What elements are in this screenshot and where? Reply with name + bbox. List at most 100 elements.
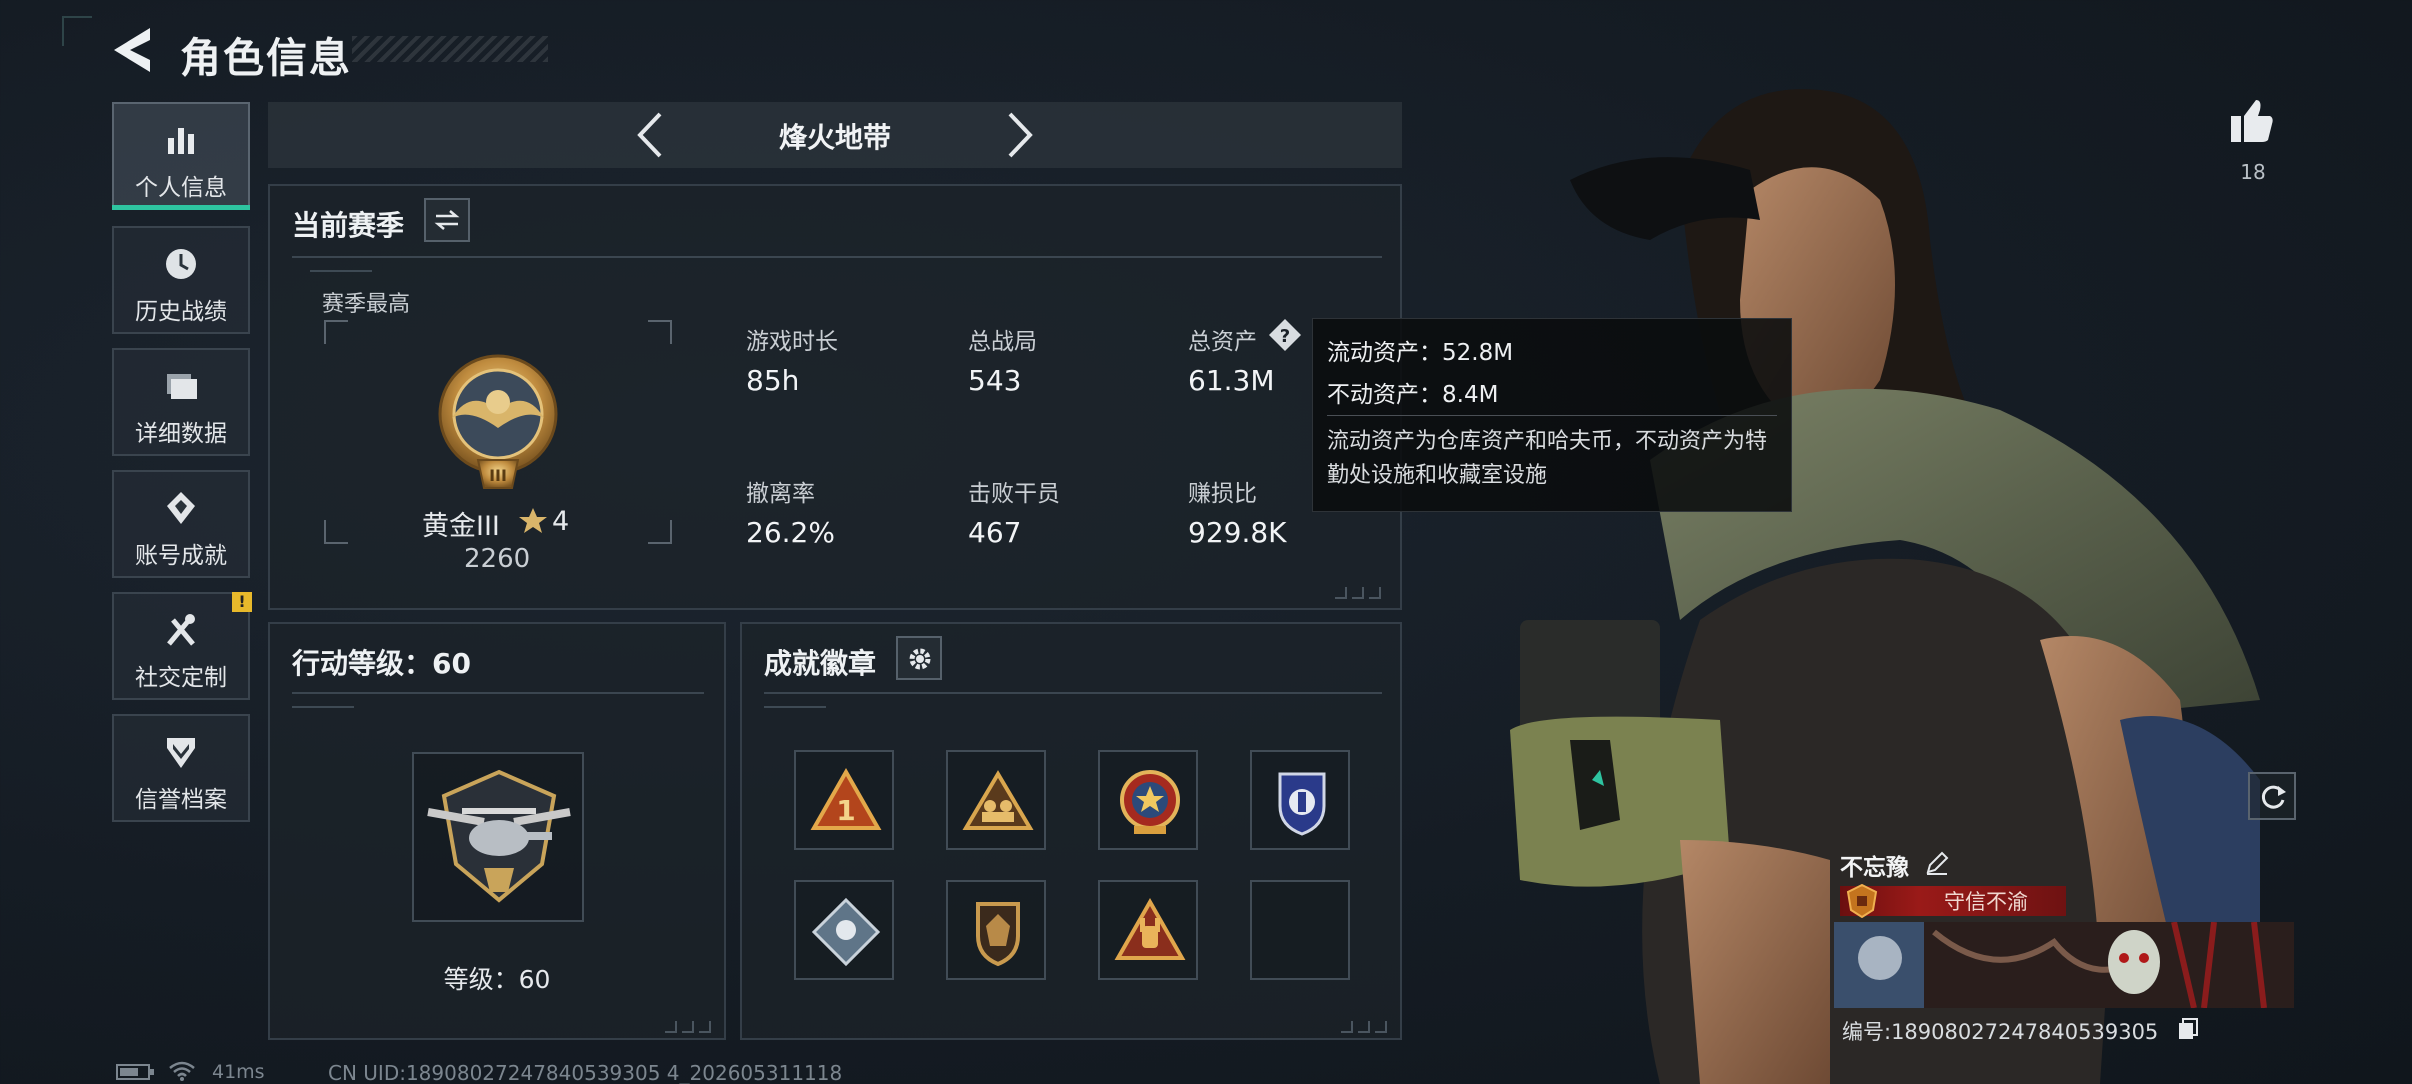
sidebar-item-detailed-data[interactable]: 详细数据	[112, 348, 250, 456]
badge-rank-one[interactable]: 1	[794, 750, 894, 850]
triangle-team-badge-icon	[962, 770, 1034, 830]
sidebar-item-label: 历史战绩	[135, 299, 227, 325]
svg-text:III: III	[489, 466, 507, 485]
title-decoration	[352, 36, 548, 62]
rank-stars: 4	[552, 506, 570, 537]
player-serial-number: 编号:18908027247840539305	[1842, 1020, 2159, 1044]
stat-label: 游戏时长	[746, 329, 838, 355]
clock-icon	[166, 249, 196, 279]
shield-face-badge-icon	[976, 902, 1020, 967]
stat-value: 543	[968, 364, 1022, 397]
thumbs-up-icon[interactable]	[2228, 96, 2276, 146]
like-count: 18	[2240, 160, 2266, 184]
police-shield-badge-icon	[1278, 772, 1326, 836]
asset-note: 流动资产为仓库资产和哈夫币，不动资产为特勤处设施和收藏室设施	[1327, 429, 1768, 488]
achievement-badges-panel: 成就徽章 1	[740, 622, 1402, 1040]
divider	[292, 256, 1382, 258]
profile-card-strip[interactable]	[1834, 922, 2294, 1008]
battery-icon	[116, 1064, 154, 1080]
triangle-hand-badge-icon	[1114, 897, 1186, 960]
switch-season-button[interactable]	[424, 198, 470, 242]
back-arrow-icon[interactable]	[110, 26, 154, 74]
badge-hand-sign[interactable]	[1098, 880, 1198, 980]
svg-text:1: 1	[836, 794, 855, 827]
badge-star-emblem[interactable]	[1098, 750, 1198, 850]
bar-chart-icon	[168, 128, 194, 154]
diamond-badge-icon	[811, 897, 881, 967]
action-level-title: 行动等级：60	[292, 647, 471, 680]
wifi-icon	[169, 1061, 195, 1081]
title-emblem-icon	[1846, 884, 1878, 918]
badge-settings-button[interactable]	[896, 636, 942, 680]
chevron-right-icon[interactable]	[1000, 110, 1040, 160]
shield-chevron-icon	[167, 738, 195, 768]
badge-empty-slot[interactable]	[1250, 880, 1350, 980]
divider	[1327, 415, 1777, 416]
triangle-one-badge-icon: 1	[810, 767, 882, 830]
tools-icon	[167, 614, 195, 646]
divider	[764, 706, 826, 712]
sidebar-item-social-custom[interactable]: 社交定制 !	[112, 592, 252, 700]
stat-value: 85h	[746, 364, 800, 397]
action-level-panel: 行动等级：60 等级：60	[268, 622, 726, 1040]
edit-pencil-icon[interactable]	[1924, 850, 1950, 876]
sidebar-item-history[interactable]: 历史战绩	[112, 226, 250, 334]
badge-police[interactable]	[1250, 750, 1350, 850]
corner-decoration	[660, 1018, 716, 1033]
stat-label: 赚损比	[1188, 481, 1257, 507]
season-title: 当前赛季	[292, 209, 405, 242]
stat-label: 总战局	[968, 329, 1037, 355]
stat-label: 击败干员	[968, 481, 1060, 507]
corner-decoration	[1330, 584, 1386, 599]
stat-label: 总资产	[1188, 329, 1257, 355]
gear-icon	[909, 648, 931, 670]
gold-rank-emblem-icon: III	[438, 354, 558, 489]
refresh-button[interactable]	[2248, 772, 2296, 820]
medal-icon	[167, 492, 195, 524]
sidebar-item-personal-info[interactable]: 个人信息	[112, 102, 250, 210]
player-title: 守信不渝	[1944, 890, 2028, 914]
sidebar-item-label: 详细数据	[135, 421, 227, 447]
stat-value: 61.3M	[1188, 364, 1275, 397]
asset-tooltip: 流动资产：52.8M 不动资产：8.4M 流动资产为仓库资产和哈夫币，不动资产为…	[1312, 318, 1792, 512]
badge-team[interactable]	[946, 750, 1046, 850]
corner-decoration	[62, 16, 92, 46]
divider	[292, 692, 704, 694]
corner-decoration	[1336, 1018, 1392, 1033]
star-emblem-badge-icon	[1120, 770, 1180, 834]
rank-points: 2260	[464, 544, 531, 574]
stat-value: 26.2%	[746, 516, 835, 549]
sidebar-item-label: 信誉档案	[135, 787, 227, 813]
divider	[310, 270, 372, 276]
divider	[292, 706, 354, 712]
refresh-icon	[2261, 785, 2286, 809]
copy-icon[interactable]	[2176, 1016, 2200, 1040]
level-emblem-frame	[412, 752, 584, 922]
folder-icon	[167, 374, 197, 399]
svg-text:?: ?	[1280, 326, 1290, 347]
help-icon[interactable]: ?	[1268, 318, 1302, 352]
stat-label: 撤离率	[746, 481, 815, 507]
player-name: 不忘豫	[1840, 855, 1909, 881]
swap-icon	[434, 210, 460, 230]
badges-title: 成就徽章	[764, 647, 877, 680]
star-icon	[519, 508, 547, 533]
sidebar-item-credit-file[interactable]: 信誉档案	[112, 714, 250, 822]
sidebar-item-label: 个人信息	[135, 175, 227, 201]
badge-diamond[interactable]	[794, 880, 894, 980]
sidebar-item-achievements[interactable]: 账号成就	[112, 470, 250, 578]
liquid-assets: 流动资产：52.8M	[1327, 340, 1514, 366]
notification-badge: !	[232, 592, 252, 612]
level-text: 等级：60	[443, 965, 551, 994]
sidebar-item-label: 账号成就	[135, 543, 227, 569]
badge-shield-face[interactable]	[946, 880, 1046, 980]
sidebar-item-label: 社交定制	[135, 665, 227, 691]
uid-text: CN UID:18908027247840539305 4_2026053111…	[328, 1061, 843, 1084]
mode-switcher: 烽火地带	[268, 102, 1402, 168]
mode-name: 烽火地带	[778, 121, 891, 154]
divider	[764, 692, 1382, 694]
season-best-label: 赛季最高	[322, 292, 411, 317]
stat-value: 467	[968, 516, 1022, 549]
stat-value: 929.8K	[1188, 516, 1287, 549]
ping-value: 41ms	[212, 1061, 265, 1083]
